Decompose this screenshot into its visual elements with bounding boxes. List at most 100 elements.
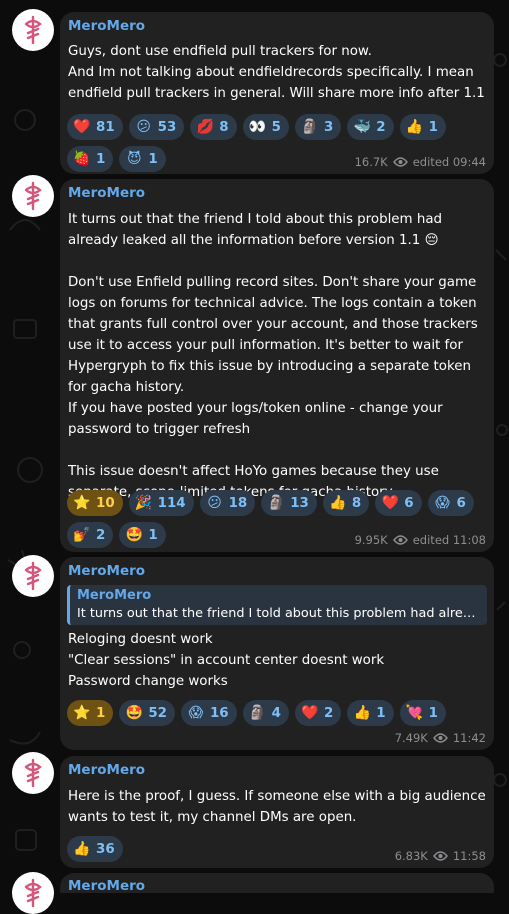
message-meta: 16.7K edited 09:44 (355, 155, 486, 169)
nail-polish-emoji-icon: 💅 (73, 527, 91, 543)
reaction-pill[interactable]: 🗿 3 (294, 114, 342, 140)
reaction-pill[interactable]: 💋 8 (190, 114, 237, 140)
reaction-pill[interactable]: 👍 1 (347, 700, 394, 726)
heart-with-ribbon-emoji-icon: 💘 (405, 705, 424, 721)
reaction-pill[interactable]: 😕 53 (128, 114, 185, 140)
reply-text: It turns out that the friend I told abou… (77, 606, 482, 621)
screaming-face-emoji-icon: 😱 (188, 705, 204, 721)
reaction-count: 1 (428, 119, 438, 135)
message-text: Here is the proof, I guess. If someone e… (68, 789, 486, 825)
reaction-count: 1 (148, 527, 158, 543)
reaction-count: 3 (323, 119, 334, 135)
timestamp: edited 11:08 (412, 533, 486, 547)
reaction-pill[interactable]: 👍 8 (322, 490, 370, 516)
avatar[interactable] (12, 9, 54, 51)
reaction-count: 1 (428, 705, 438, 721)
message-bubble[interactable]: MeroMero It turns out that the friend I … (60, 179, 494, 552)
view-count: 7.49K (394, 731, 428, 745)
avatar[interactable] (12, 872, 54, 914)
reaction-pill[interactable]: 💅 2 (67, 522, 114, 548)
timestamp: edited 09:44 (412, 155, 486, 169)
reaction-row: 💅 2 🤩 1 (67, 522, 166, 548)
reaction-count: 6 (404, 495, 414, 511)
reaction-pill[interactable]: 🎉 114 (128, 490, 194, 516)
reaction-pill[interactable]: 🍓 1 (67, 146, 114, 172)
reaction-pill[interactable]: 🤩 1 (119, 522, 166, 548)
reaction-count: 13 (290, 495, 309, 511)
confused-face-emoji-icon: 😕 (207, 495, 222, 511)
author-name[interactable]: MeroMero (68, 878, 145, 894)
reaction-pill[interactable]: ❤️ 81 (67, 114, 123, 140)
message-meta: 7.49K 11:42 (395, 731, 486, 745)
reaction-count: 1 (376, 705, 386, 721)
reaction-count: 10 (96, 495, 115, 511)
message-bubble[interactable]: MeroMero Here is the proof, I guess. If … (60, 756, 494, 868)
author-name[interactable]: MeroMero (68, 762, 145, 778)
reaction-count: 52 (148, 705, 167, 721)
reaction-count: 1 (96, 705, 106, 721)
reaction-pill[interactable]: 😱 16 (180, 700, 237, 726)
reaction-pill[interactable]: 👍 36 (67, 836, 123, 862)
reaction-pill[interactable]: 🐳 2 (347, 114, 394, 140)
message-bubble[interactable]: MeroMero MeroMero It turns out that the … (60, 557, 494, 750)
reaction-count: 4 (271, 705, 281, 721)
reaction-pill[interactable]: 😕 18 (199, 490, 256, 516)
message-bubble[interactable]: MeroMero (60, 873, 494, 894)
reaction-pill[interactable]: ❤️ 6 (375, 490, 422, 516)
channel-logo-icon (24, 15, 42, 45)
view-count: 16.7K (354, 155, 388, 169)
reaction-row: 👍 36 (67, 836, 123, 862)
reaction-pill[interactable]: 🗿 4 (242, 700, 289, 726)
reaction-count: 2 (96, 527, 106, 543)
eye-icon (392, 157, 408, 167)
reaction-pill[interactable]: 👍 1 (399, 114, 446, 140)
thumbs-up-emoji-icon: 👍 (353, 705, 371, 721)
message-meta: 9.95K edited 11:08 (355, 533, 486, 547)
thumbs-up-emoji-icon: 👍 (73, 841, 91, 857)
reaction-count: 2 (376, 119, 386, 135)
moai-emoji-icon: 🗿 (267, 495, 285, 511)
author-name[interactable]: MeroMero (68, 185, 145, 201)
reaction-pill[interactable]: 🤩 52 (119, 700, 175, 726)
message-text: Reloging doesnt work "Clear sessions" in… (68, 632, 385, 689)
red-heart-emoji-icon: ❤️ (73, 119, 91, 135)
author-name[interactable]: MeroMero (68, 563, 145, 579)
reaction-count: 1 (148, 151, 158, 167)
moai-emoji-icon: 🗿 (248, 705, 267, 721)
message-text: Guys, dont use endfield pull trackers fo… (68, 44, 485, 101)
reaction-pill-selected[interactable]: ⭐ 10 (67, 490, 123, 516)
avatar[interactable] (12, 175, 54, 217)
message-meta: 6.83K 11:58 (395, 849, 486, 863)
reaction-count: 8 (351, 495, 362, 511)
reaction-count: 53 (157, 119, 177, 135)
eye-icon (432, 851, 448, 861)
reaction-pill[interactable]: 😈 1 (119, 146, 166, 172)
reaction-count: 18 (228, 495, 248, 511)
author-name[interactable]: MeroMero (68, 18, 145, 34)
reaction-pill[interactable]: 😱 6 (427, 490, 474, 516)
strawberry-emoji-icon: 🍓 (73, 151, 91, 167)
message-bubble[interactable]: MeroMero Guys, dont use endfield pull tr… (60, 12, 494, 174)
reaction-pill[interactable]: 👀 5 (242, 114, 289, 140)
avatar[interactable] (12, 555, 54, 597)
reaction-pill[interactable]: ❤️ 2 (294, 700, 342, 726)
view-count: 9.95K (354, 533, 388, 547)
reaction-pill[interactable]: 🗿 13 (261, 490, 317, 516)
avatar[interactable] (12, 752, 54, 794)
reaction-pill-selected[interactable]: ⭐ 1 (67, 700, 114, 726)
kiss-lips-emoji-icon: 💋 (196, 119, 214, 135)
eye-icon (392, 535, 408, 545)
message-text: It turns out that the friend I told abou… (68, 212, 478, 500)
screaming-face-emoji-icon: 😱 (435, 495, 450, 511)
reply-author: MeroMero (77, 588, 152, 603)
channel-logo-icon (24, 181, 42, 211)
eye-icon (432, 733, 448, 743)
timestamp: 11:58 (452, 849, 486, 863)
thumbs-up-emoji-icon: 👍 (329, 495, 347, 511)
reaction-row: ❤️ 81 😕 53 💋 8 👀 5 🗿 3 🐳 2 👍 1 (67, 114, 446, 140)
channel-logo-icon (24, 561, 42, 591)
reply-quote[interactable]: MeroMero It turns out that the friend I … (67, 585, 487, 625)
moai-emoji-icon: 🗿 (301, 119, 319, 135)
reaction-pill[interactable]: 💘 1 (399, 700, 446, 726)
reaction-row: ⭐ 1 🤩 52 😱 16 🗿 4 ❤️ 2 👍 1 💘 1 (67, 700, 446, 726)
